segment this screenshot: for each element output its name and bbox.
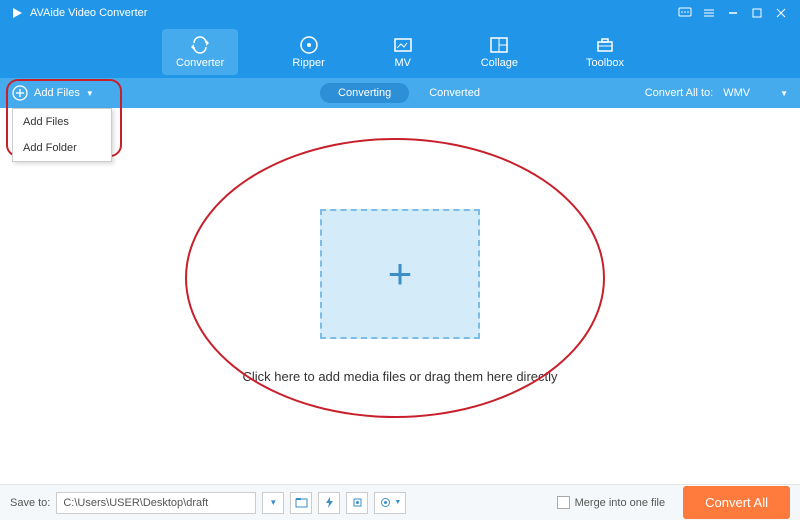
tab-converting[interactable]: Converting <box>320 83 409 103</box>
nav-collage[interactable]: Collage <box>467 29 532 75</box>
nav-converter[interactable]: Converter <box>162 29 238 75</box>
folder-icon <box>295 496 308 509</box>
converter-icon <box>190 35 210 55</box>
app-logo-icon <box>10 6 24 20</box>
app-title: AVAide Video Converter <box>30 7 147 19</box>
main-area: + Click here to add media files or drag … <box>0 108 800 484</box>
save-to-label: Save to: <box>10 497 50 509</box>
nav-mv[interactable]: MV <box>379 29 427 75</box>
hardware-accel-button[interactable] <box>318 492 340 514</box>
navbar: Converter Ripper MV Collage Toolbox <box>0 26 800 78</box>
save-to-dropdown[interactable]: ▼ <box>262 492 284 514</box>
convert-all-to-label: Convert All to: <box>645 87 713 99</box>
mv-icon <box>393 35 413 55</box>
maximize-icon[interactable] <box>748 4 766 22</box>
nav-label: Collage <box>481 57 518 69</box>
dropdown-add-files[interactable]: Add Files <box>13 109 111 135</box>
gear-icon <box>379 496 392 509</box>
add-files-label: Add Files <box>34 87 80 99</box>
checkbox-icon <box>557 496 570 509</box>
add-files-dropdown: Add Files Add Folder <box>12 108 112 162</box>
nav-label: Converter <box>176 57 224 69</box>
titlebar: AVAide Video Converter <box>0 0 800 26</box>
nav-label: MV <box>394 57 411 69</box>
format-select[interactable]: WMV ▼ <box>723 87 788 99</box>
chevron-down-icon: ▼ <box>86 89 94 98</box>
convert-all-button[interactable]: Convert All <box>683 486 790 519</box>
nav-ripper[interactable]: Ripper <box>278 29 338 75</box>
nav-toolbox[interactable]: Toolbox <box>572 29 638 75</box>
chevron-down-icon: ▼ <box>394 499 401 506</box>
subbar: Add Files ▼ Converting Converted Convert… <box>0 78 800 108</box>
plus-icon: + <box>388 250 413 298</box>
collage-icon <box>489 35 509 55</box>
close-icon[interactable] <box>772 4 790 22</box>
merge-label: Merge into one file <box>575 497 666 509</box>
nav-label: Toolbox <box>586 57 624 69</box>
feedback-icon[interactable] <box>676 4 694 22</box>
menu-icon[interactable] <box>700 4 718 22</box>
toolbox-icon <box>595 35 615 55</box>
format-value: WMV <box>723 87 750 99</box>
high-speed-button[interactable] <box>346 492 368 514</box>
plus-circle-icon <box>12 85 28 101</box>
ripper-icon <box>299 35 319 55</box>
chip-icon <box>351 496 364 509</box>
dropzone-hint: Click here to add media files or drag th… <box>242 369 557 384</box>
minimize-icon[interactable] <box>724 4 742 22</box>
chevron-down-icon: ▼ <box>780 89 788 98</box>
add-files-button[interactable]: Add Files ▼ <box>12 85 94 101</box>
nav-label: Ripper <box>292 57 324 69</box>
settings-button[interactable]: ▼ <box>374 492 406 514</box>
bottombar: Save to: C:\Users\USER\Desktop\draft ▼ ▼… <box>0 484 800 520</box>
lightning-icon <box>323 496 336 509</box>
chevron-down-icon: ▼ <box>269 498 277 507</box>
merge-checkbox[interactable]: Merge into one file <box>557 496 666 509</box>
save-to-path[interactable]: C:\Users\USER\Desktop\draft <box>56 492 256 514</box>
dropdown-add-folder[interactable]: Add Folder <box>13 135 111 161</box>
tab-converted[interactable]: Converted <box>429 87 480 99</box>
open-folder-button[interactable] <box>290 492 312 514</box>
dropzone[interactable]: + <box>320 209 480 339</box>
